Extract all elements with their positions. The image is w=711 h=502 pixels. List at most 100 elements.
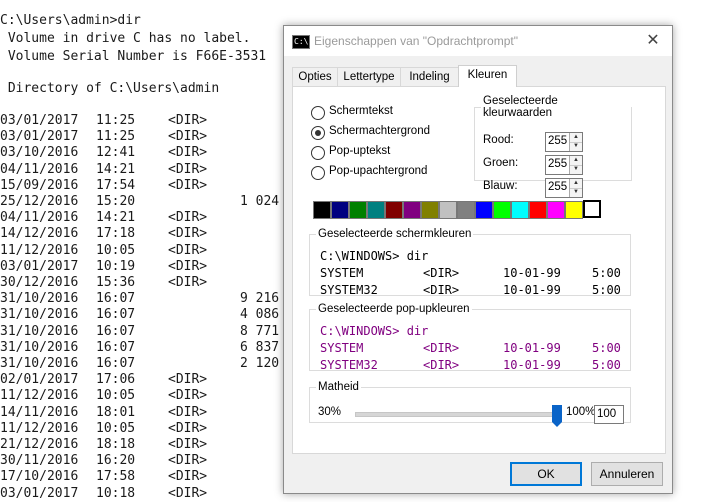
console-entry-time: 12:41 — [96, 145, 136, 160]
close-icon[interactable]: ✕ — [640, 30, 666, 52]
green-label: Groen: — [483, 157, 519, 169]
console-entry-time: 16:07 — [96, 356, 136, 371]
color-swatch[interactable] — [349, 201, 367, 219]
console-entry-time: 10:05 — [96, 421, 136, 436]
console-entry-date: 03/01/2017 — [0, 129, 79, 144]
preview-time: 5:00 — [592, 341, 621, 355]
red-spinner[interactable]: 255 ▲ ▼ — [545, 132, 583, 152]
tab-indeling[interactable]: Indeling — [400, 67, 459, 86]
color-swatch[interactable] — [439, 201, 457, 219]
console-entry-type: <DIR> — [168, 437, 208, 452]
console-entry-time: 16:07 — [96, 307, 136, 322]
radio-label: Pop-uptekst — [329, 145, 391, 157]
console-entry-size: 9 216 — [240, 291, 280, 306]
opacity-max-label: 100% — [566, 406, 596, 418]
console-entry-date: 03/01/2017 — [0, 113, 79, 128]
console-entry-date: 31/10/2016 — [0, 356, 79, 371]
screen-preview-legend: Geselecteerde schermkleuren — [318, 228, 472, 240]
screen-preview-text: C:\WINDOWS> dir SYSTEM <DIR> 10-01-99 5:… — [320, 248, 628, 298]
console-entry-time: 15:20 — [96, 194, 136, 209]
console-entry-date: 03/10/2016 — [0, 145, 79, 160]
preview-time: 5:00 — [592, 358, 621, 372]
selected-color-values-group: Geselecteerde kleurwaarden Rood: 255 ▲ ▼… — [474, 95, 632, 198]
color-swatch[interactable] — [475, 201, 493, 219]
blue-label: Blauw: — [483, 180, 518, 192]
console-entry-type: <DIR> — [168, 145, 208, 160]
radio-button-checked[interactable] — [311, 126, 325, 140]
opacity-slider-track[interactable] — [355, 412, 559, 417]
opacity-value-field[interactable]: 100 — [594, 405, 624, 424]
blue-spinner[interactable]: 255 ▲ ▼ — [545, 178, 583, 198]
console-entry-type: <DIR> — [168, 243, 208, 258]
preview-name: SYSTEM — [320, 266, 364, 280]
console-entry-time: 17:54 — [96, 178, 136, 193]
preview-date: 10-01-99 — [503, 341, 561, 355]
radio-button[interactable] — [311, 106, 325, 120]
tab-lettertype[interactable]: Lettertype — [337, 67, 401, 86]
radio-label: Pop-upachtergrond — [329, 165, 428, 177]
console-entry-size: 1 024 — [240, 194, 280, 209]
color-swatch[interactable] — [313, 201, 331, 219]
opacity-slider-thumb[interactable] — [552, 405, 562, 427]
opacity-legend: Matheid — [318, 381, 359, 393]
preview-date: 10-01-99 — [503, 266, 561, 280]
color-swatch[interactable] — [547, 201, 565, 219]
color-swatch[interactable] — [421, 201, 439, 219]
console-entry-date: 11/12/2016 — [0, 421, 79, 436]
console-entry-size: 6 837 — [240, 340, 280, 355]
color-swatch[interactable] — [367, 201, 385, 219]
console-app-icon: C:\ — [292, 35, 310, 49]
red-value[interactable]: 255 — [548, 135, 567, 147]
preview-type: <DIR> — [423, 341, 460, 355]
console-volume-line: Volume in drive C has no label. — [0, 31, 251, 46]
console-directory-line: Directory of C:\Users\admin — [0, 81, 220, 96]
console-entry-size: 4 086 — [240, 307, 280, 322]
radio-button[interactable] — [311, 146, 325, 160]
console-entry-date: 31/10/2016 — [0, 291, 79, 306]
red-label: Rood: — [483, 134, 514, 146]
preview-date: 10-01-99 — [503, 283, 561, 297]
popup-preview-text: C:\WINDOWS> dir SYSTEM <DIR> 10-01-99 5:… — [320, 323, 628, 373]
spin-down-icon[interactable]: ▼ — [570, 165, 582, 174]
console-entry-date: 11/12/2016 — [0, 243, 79, 258]
preview-name: SYSTEM32 — [320, 283, 378, 297]
green-spinner[interactable]: 255 ▲ ▼ — [545, 155, 583, 175]
color-swatch[interactable] — [493, 201, 511, 219]
console-entry-date: 30/11/2016 — [0, 453, 79, 468]
console-entry-date: 30/12/2016 — [0, 275, 79, 290]
color-values-legend: Geselecteerde kleurwaarden — [483, 95, 558, 119]
color-swatch[interactable] — [583, 200, 601, 218]
console-entry-date: 17/10/2016 — [0, 469, 79, 484]
radio-button[interactable] — [311, 166, 325, 180]
console-entry-type: <DIR> — [168, 453, 208, 468]
ok-button[interactable]: OK — [510, 462, 582, 486]
opacity-group: Matheid 30% 100% 100 — [309, 381, 631, 427]
cancel-button[interactable]: Annuleren — [591, 462, 663, 486]
dialog-title: Eigenschappen van "Opdrachtprompt" — [314, 34, 518, 48]
color-swatch[interactable] — [511, 201, 529, 219]
color-swatch[interactable] — [565, 201, 583, 219]
console-entry-time: 16:07 — [96, 340, 136, 355]
console-entry-time: 17:06 — [96, 372, 136, 387]
console-entry-time: 14:21 — [96, 162, 136, 177]
console-entry-time: 18:18 — [96, 437, 136, 452]
properties-dialog: C:\ Eigenschappen van "Opdrachtprompt" ✕… — [283, 25, 673, 494]
green-value[interactable]: 255 — [548, 158, 567, 170]
tab-opties[interactable]: Opties — [292, 67, 338, 86]
color-swatch[interactable] — [385, 201, 403, 219]
console-entry-time: 14:21 — [96, 210, 136, 225]
spin-down-icon[interactable]: ▼ — [570, 142, 582, 151]
color-swatch[interactable] — [529, 201, 547, 219]
console-entry-time: 17:18 — [96, 226, 136, 241]
console-entry-type: <DIR> — [168, 486, 208, 501]
spin-down-icon[interactable]: ▼ — [570, 188, 582, 197]
blue-value[interactable]: 255 — [548, 181, 567, 193]
console-entry-time: 10:05 — [96, 243, 136, 258]
color-swatch[interactable] — [331, 201, 349, 219]
color-swatch[interactable] — [403, 201, 421, 219]
console-entry-time: 18:01 — [96, 405, 136, 420]
color-swatch[interactable] — [457, 201, 475, 219]
console-entry-type: <DIR> — [168, 162, 208, 177]
tab-kleuren[interactable]: Kleuren — [458, 65, 517, 87]
title-bar: C:\ Eigenschappen van "Opdrachtprompt" ✕ — [284, 26, 672, 56]
